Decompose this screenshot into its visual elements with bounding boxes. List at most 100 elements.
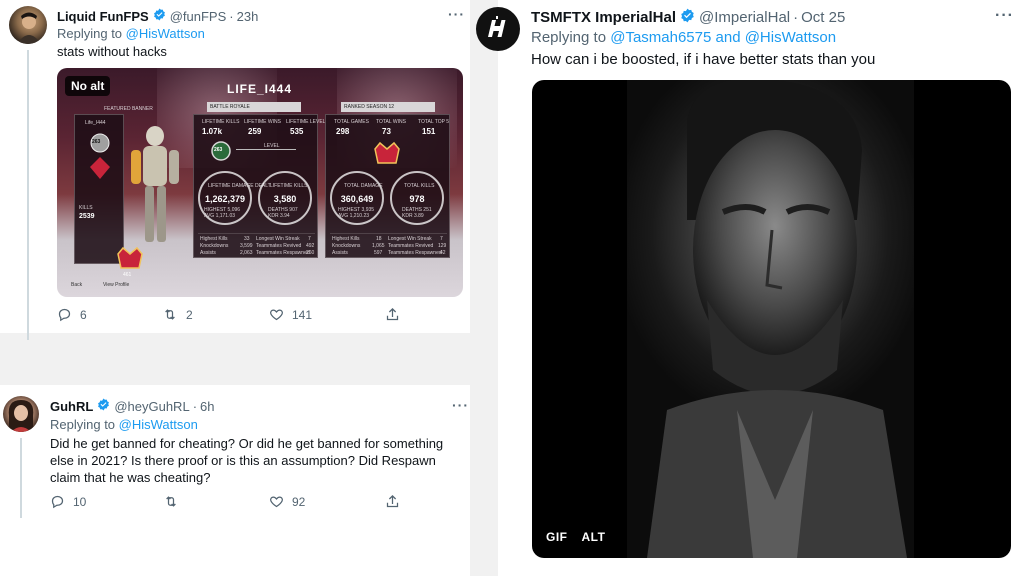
tile-label: LIFETIME WINS <box>244 119 281 125</box>
verified-badge-icon <box>153 8 166 24</box>
reply-count: 6 <box>80 307 87 322</box>
handle[interactable]: @ImperialHal <box>699 9 790 26</box>
no-alt-badge: No alt <box>65 76 111 96</box>
tile-value: 298 <box>336 127 350 136</box>
share-icon <box>386 494 399 508</box>
dot-separator: · <box>229 8 234 24</box>
tile-label: LIFETIME KILLS <box>202 119 240 125</box>
verified-badge-icon <box>680 8 695 27</box>
share-button[interactable] <box>385 307 408 322</box>
tile-label: TOTAL TOP 5 <box>418 119 450 125</box>
character-figure <box>131 126 179 242</box>
stat-row-label: Teammates Revived <box>256 243 302 249</box>
like-button[interactable]: 141 <box>269 307 385 322</box>
stat-row-label: Knockdowns <box>332 243 361 249</box>
stat-row-value: 3,599 <box>240 243 253 249</box>
retweet-count: 2 <box>186 307 193 322</box>
reply-button[interactable]: 10 <box>50 494 163 509</box>
more-options-icon[interactable]: ··· <box>448 6 465 22</box>
timestamp[interactable]: Oct 25 <box>801 9 845 26</box>
retweet-button[interactable] <box>163 494 269 509</box>
heart-icon <box>270 309 283 321</box>
replying-to-label: Replying to <box>57 26 123 41</box>
stat-row-label: Longest Win Streak <box>256 236 300 242</box>
tweet-header: TSMFTX ImperialHal @ImperialHal · Oct 25 <box>531 8 845 27</box>
avatar[interactable] <box>3 396 39 432</box>
stat-row-value: 260 <box>306 250 315 256</box>
stat-row-value: 7 <box>308 236 311 242</box>
tile-value: 259 <box>248 127 262 136</box>
view-profile-label[interactable]: View Profile <box>103 282 129 288</box>
display-name[interactable]: TSMFTX ImperialHal <box>531 9 676 26</box>
total-kills-kd: KDR 3.89 <box>402 213 424 219</box>
back-label[interactable]: Back <box>71 282 82 288</box>
tile-label: TOTAL GAMES <box>334 119 369 125</box>
banner-card[interactable]: Life_I444 263 KILLS 2539 <box>74 114 124 264</box>
lifetime-damage: 1,262,379 <box>204 194 246 204</box>
total-damage: 360,649 <box>340 194 374 204</box>
reply-count: 10 <box>73 494 87 509</box>
stat-row-value: 42 <box>440 250 446 256</box>
gif-badge: GIF ALT <box>546 530 619 544</box>
stat-row-label: Teammates Respawned <box>388 250 442 256</box>
more-options-icon[interactable]: ··· <box>452 397 469 413</box>
tile-value: 151 <box>422 127 436 136</box>
lifetime-kills: 3,580 <box>273 194 297 204</box>
share-button[interactable] <box>385 494 408 509</box>
tile-value: 73 <box>382 127 391 136</box>
replying-to-label: Replying to <box>50 417 116 432</box>
tweet-actions: 6 2 141 <box>57 307 408 322</box>
tweet-image[interactable]: No alt LIFE_I444 FEATURED BANNER Life_I4… <box>57 68 463 297</box>
verified-badge-icon <box>97 398 110 414</box>
stat-row-value: 1,065 <box>372 243 385 249</box>
display-name[interactable]: GuhRL <box>50 399 93 414</box>
timestamp[interactable]: 23h <box>237 9 259 24</box>
like-button[interactable]: 92 <box>269 494 385 509</box>
player-name: LIFE_I444 <box>227 82 293 96</box>
avatar-image <box>17 12 41 44</box>
stat-row-value: 597 <box>374 250 383 256</box>
total-kills-label: TOTAL KILLS <box>404 183 435 189</box>
gif-label: GIF <box>546 530 568 544</box>
tweet-text: stats without hacks <box>57 44 167 59</box>
avatar[interactable] <box>9 6 47 44</box>
lifetime-kills-label: LIFETIME KILLS <box>270 183 308 189</box>
gif-frame <box>627 80 914 558</box>
tile-value: 535 <box>290 127 304 136</box>
handle[interactable]: @funFPS <box>170 9 227 24</box>
tweet-gif[interactable]: GIF ALT <box>532 80 1011 558</box>
handle[interactable]: @heyGuhRL <box>114 399 189 414</box>
display-name[interactable]: Liquid FunFPS <box>57 9 149 24</box>
ranked-season-dropdown[interactable]: RANKED SEASON 12 <box>341 102 435 112</box>
alt-label[interactable]: ALT <box>582 530 606 544</box>
reply-button[interactable]: 6 <box>57 307 162 322</box>
avatar-image <box>8 400 34 432</box>
reply-icon <box>51 495 64 509</box>
mention-link[interactable]: @HisWattson <box>119 417 198 432</box>
stat-row-label: Highest Kills <box>332 236 360 242</box>
retweet-icon <box>166 496 176 507</box>
timestamp[interactable]: 6h <box>200 399 214 414</box>
ranked-dropdown-value: RANKED SEASON 12 <box>344 104 395 110</box>
stat-row-value: 33 <box>244 236 250 242</box>
replying-to: Replying to @Tasmah6575 and @HisWattson <box>531 29 836 46</box>
retweet-button[interactable]: 2 <box>162 307 269 322</box>
more-options-icon[interactable]: ··· <box>995 7 1014 25</box>
lifetime-damage-avg: AVG 1,171.03 <box>204 213 236 219</box>
dot-separator: · <box>192 398 198 414</box>
divider <box>330 233 447 234</box>
ranked-badge-icon <box>374 141 400 164</box>
divider <box>198 233 315 234</box>
rank-badge-icon <box>90 133 110 179</box>
reply-icon <box>58 308 71 322</box>
stat-row-label: Teammates Respawned <box>256 250 310 256</box>
replying-to: Replying to @HisWattson <box>57 26 205 41</box>
like-count: 92 <box>292 494 306 509</box>
tweet-actions: 10 92 <box>50 494 408 509</box>
stat-row-label: Teammates Revived <box>388 243 434 249</box>
lifetime-kills-kd: KDR 3.94 <box>268 213 290 219</box>
mention-link[interactable]: @Tasmah6575 and @HisWattson <box>610 29 836 46</box>
avatar[interactable] <box>476 7 520 51</box>
mention-link[interactable]: @HisWattson <box>126 26 205 41</box>
mode-dropdown[interactable]: BATTLE ROYALE <box>207 102 301 112</box>
